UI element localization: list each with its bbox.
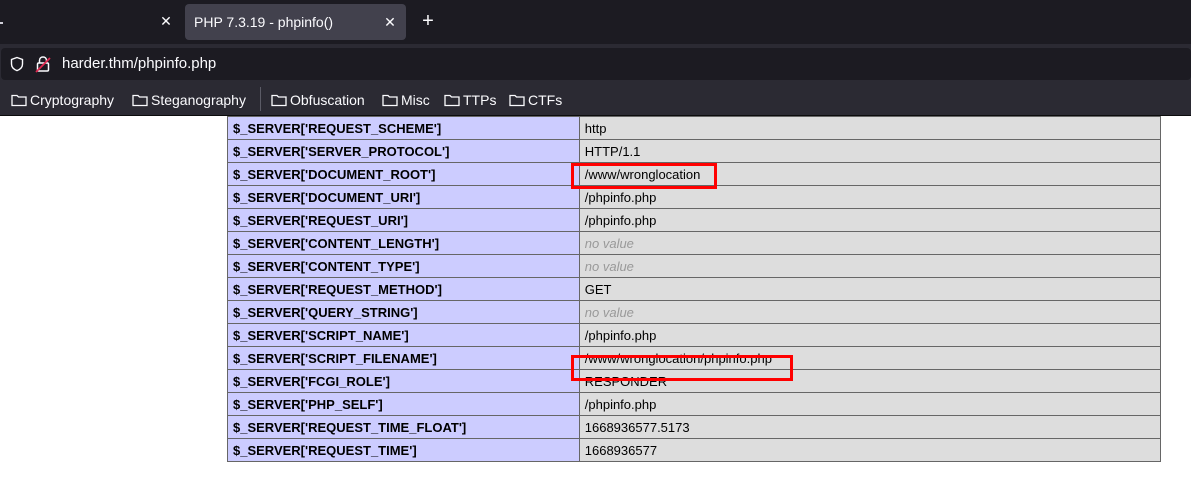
folder-icon (382, 94, 398, 106)
variable-value: http (578, 116, 1162, 140)
table-row: $_SERVER['REQUEST_METHOD'] GET (227, 277, 1162, 301)
variable-value: /phpinfo.php (578, 392, 1162, 416)
variable-value: /phpinfo.php (578, 185, 1162, 209)
variable-name: $_SERVER['SERVER_PROTOCOL'] (227, 139, 580, 163)
table-row: $_SERVER['QUERY_STRING'] no value (227, 300, 1162, 324)
folder-icon (11, 94, 27, 106)
url-text[interactable]: harder.thm/phpinfo.php (62, 48, 216, 80)
folder-icon (509, 94, 525, 106)
tab-active-close-icon[interactable]: ✕ (382, 14, 398, 30)
bookmark-obfuscation[interactable]: Obfuscation (271, 84, 365, 115)
variable-name: $_SERVER['REQUEST_TIME_FLOAT'] (227, 415, 580, 439)
variable-name: $_SERVER['QUERY_STRING'] (227, 300, 580, 324)
no-value-text: no value (584, 304, 634, 320)
table-row: $_SERVER['CONTENT_LENGTH'] no value (227, 231, 1162, 255)
table-row: $_SERVER['REQUEST_SCHEME'] http (227, 116, 1162, 140)
table-row: $_SERVER['SCRIPT_NAME']/phpinfo.php (227, 323, 1162, 347)
variable-name: $_SERVER['DOCUMENT_ROOT'] (227, 162, 580, 186)
variable-name: $_SERVER['CONTENT_TYPE'] (227, 254, 580, 278)
table-row: $_SERVER['REQUEST_TIME'] 1668936577 (227, 438, 1162, 462)
bookmark-misc[interactable]: Misc (382, 84, 430, 115)
folder-icon (271, 94, 287, 106)
table-row: $_SERVER['SCRIPT_FILENAME']/www/wrongloc… (227, 346, 1162, 370)
no-value-text: no value (584, 235, 634, 251)
bookmarks-toolbar: Cryptography Steganography Obfuscation M… (0, 84, 1191, 116)
table-row: $_SERVER['REQUEST_TIME_FLOAT'] 1668936577… (227, 415, 1162, 439)
variable-name: $_SERVER['SCRIPT_FILENAME'] (227, 346, 580, 370)
tab-previous-close-icon[interactable]: ✕ (158, 13, 174, 29)
bookmark-label: Cryptography (30, 91, 115, 108)
variable-name: $_SERVER['CONTENT_LENGTH'] (227, 231, 580, 255)
variable-name: $_SERVER['SCRIPT_NAME'] (227, 323, 580, 347)
bookmark-label: Misc (401, 91, 430, 108)
bookmark-label: CTFs (528, 91, 563, 108)
navigation-toolbar: harder.thm/phpinfo.php (0, 44, 1191, 84)
bookmark-cryptography[interactable]: Cryptography (11, 84, 114, 115)
tab-previous[interactable]: ✕ (0, 4, 180, 40)
no-value-text: no value (584, 258, 634, 274)
table-row: $_SERVER['REQUEST_URI']/phpinfo.php (227, 208, 1162, 232)
table-row: $_SERVER['FCGI_ROLE'] RESPONDER (227, 369, 1162, 393)
variable-value: HTTP/1.1 (578, 139, 1162, 163)
server-variables-table: $_SERVER['REQUEST_SCHEME'] http $_SERVER['… (227, 116, 1162, 462)
variable-name: $_SERVER['REQUEST_TIME'] (227, 438, 580, 462)
page-content: $_SERVER['REQUEST_SCHEME'] http $_SERVER['… (0, 116, 1191, 481)
tab-previous-edge (0, 22, 3, 24)
variable-value: GET (578, 277, 1162, 301)
folder-icon (132, 94, 148, 106)
variable-value: 1668936577.5173 (578, 415, 1162, 439)
tab-active[interactable]: PHP 7.3.19 - phpinfo() ✕ (185, 4, 406, 40)
variable-value-highlighted: /www/wronglocation (578, 162, 1162, 186)
new-tab-plus-icon[interactable]: + (417, 10, 439, 32)
tab-active-title: PHP 7.3.19 - phpinfo() (194, 14, 334, 30)
bookmark-steganography[interactable]: Steganography (132, 84, 246, 115)
address-bar[interactable]: harder.thm/phpinfo.php (1, 48, 1191, 80)
bookmark-label: Steganography (151, 91, 246, 108)
table-row: $_SERVER['SERVER_PROTOCOL'] HTTP/1.1 (227, 139, 1162, 163)
variable-name: $_SERVER['FCGI_ROLE'] (227, 369, 580, 393)
variable-value: /phpinfo.php (578, 323, 1162, 347)
bookmark-separator (260, 87, 261, 111)
variable-value-empty: no value (578, 254, 1162, 278)
variable-name: $_SERVER['PHP_SELF'] (227, 392, 580, 416)
insecure-lock-icon[interactable] (35, 55, 51, 73)
variable-name: $_SERVER['REQUEST_URI'] (227, 208, 580, 232)
variable-value: /phpinfo.php (578, 208, 1162, 232)
variable-value-highlighted: /www/wronglocation/phpinfo.php (578, 346, 1162, 370)
table-row: $_SERVER['CONTENT_TYPE'] no value (227, 254, 1162, 278)
variable-name: $_SERVER['REQUEST_SCHEME'] (227, 116, 580, 140)
table-row: $_SERVER['DOCUMENT_URI']/phpinfo.php (227, 185, 1162, 209)
variable-value: 1668936577 (578, 438, 1162, 462)
variable-value-empty: no value (578, 231, 1162, 255)
variable-value-empty: no value (578, 300, 1162, 324)
table-row: $_SERVER['DOCUMENT_ROOT']/www/wronglocat… (227, 162, 1162, 186)
variable-value: RESPONDER (578, 369, 1162, 393)
bookmark-label: Obfuscation (290, 91, 365, 108)
variable-name: $_SERVER['REQUEST_METHOD'] (227, 277, 580, 301)
tab-strip: ✕ PHP 7.3.19 - phpinfo() ✕ + (0, 0, 1191, 44)
variable-name: $_SERVER['DOCUMENT_URI'] (227, 185, 580, 209)
bookmark-ttps[interactable]: TTPs (444, 84, 496, 115)
shield-icon[interactable] (9, 56, 25, 72)
bookmark-label: TTPs (463, 91, 497, 108)
bookmark-ctfs[interactable]: CTFs (509, 84, 562, 115)
folder-icon (444, 94, 460, 106)
table-row: $_SERVER['PHP_SELF']/phpinfo.php (227, 392, 1162, 416)
